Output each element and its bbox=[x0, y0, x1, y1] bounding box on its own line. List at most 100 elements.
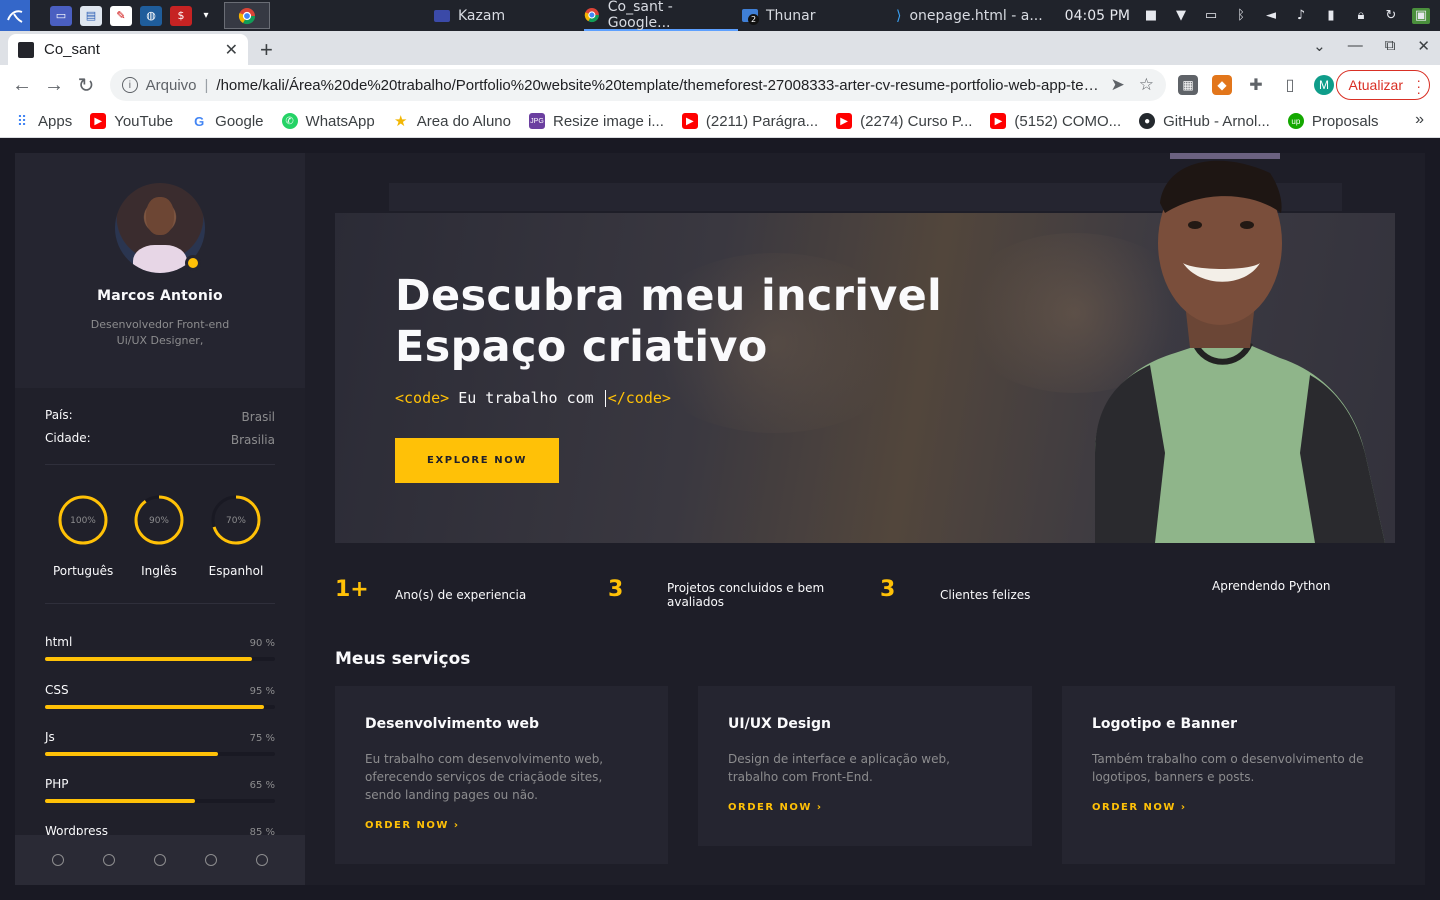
reload-icon[interactable]: ↻ bbox=[70, 73, 102, 98]
order-now-link[interactable]: ORDER NOW › bbox=[1092, 802, 1365, 813]
service-card-logo: Logotipo e Banner Também trabalho com o … bbox=[1062, 686, 1395, 864]
hero-title-line2: Espaço criativo bbox=[395, 322, 768, 372]
sidebar-social-links bbox=[15, 835, 305, 885]
bluetooth-icon[interactable]: ᛒ bbox=[1232, 8, 1250, 24]
stat-label: Aprendendo Python bbox=[1212, 579, 1331, 593]
bookmark-github[interactable]: ● GitHub - Arnol... bbox=[1139, 113, 1270, 130]
bookmark-youtube-5152[interactable]: ▶ (5152) COMO... bbox=[990, 113, 1121, 130]
workspace-switcher-icon[interactable]: ▣ bbox=[1412, 7, 1430, 24]
bookmarks-bar: ⠿ Apps ▶ YouTube G Google ✆ WhatsApp ★ Area d… bbox=[0, 105, 1440, 138]
code-text: Eu trabalho com bbox=[449, 389, 603, 407]
progress-ring: 90% bbox=[134, 495, 184, 545]
url-separator: | bbox=[204, 76, 209, 94]
upwork-icon: up bbox=[1287, 113, 1304, 129]
order-now-link[interactable]: ORDER NOW › bbox=[365, 820, 638, 831]
explore-now-button[interactable]: EXPLORE NOW bbox=[395, 438, 559, 483]
social-link-icon[interactable] bbox=[204, 854, 217, 866]
extension-icon[interactable]: ▦ bbox=[1178, 75, 1198, 95]
send-icon[interactable]: ➤ bbox=[1111, 75, 1125, 95]
update-button[interactable]: Atualizar · · · bbox=[1335, 70, 1430, 100]
service-card-uiux: UI/UX Design Design de interface e aplic… bbox=[698, 686, 1032, 846]
bookmark-proposals[interactable]: up Proposals bbox=[1287, 112, 1379, 130]
language-name: Português bbox=[53, 564, 114, 578]
kali-menu-icon[interactable] bbox=[0, 0, 30, 31]
file-manager-icon[interactable]: ▤ bbox=[80, 5, 102, 26]
task-vscode[interactable]: ⟩ onepage.html - a... bbox=[896, 0, 1043, 31]
forward-arrow-icon[interactable]: → bbox=[38, 74, 70, 97]
social-link-icon[interactable] bbox=[255, 854, 268, 866]
close-window-icon[interactable]: ✕ bbox=[1417, 37, 1430, 55]
bookmark-whatsapp[interactable]: ✆ WhatsApp bbox=[281, 113, 375, 130]
divider bbox=[45, 603, 275, 604]
bookmark-apps[interactable]: ⠿ Apps bbox=[14, 113, 72, 130]
system-tray: 04:05 PM ■ ▼ ▭ ᛒ ◄ ♪ ▮ 🔒︎ ↻ ▣ bbox=[1065, 0, 1440, 31]
minimize-icon[interactable]: — bbox=[1348, 37, 1363, 55]
youtube-icon: ▶ bbox=[836, 113, 853, 129]
task-chrome[interactable]: Co_sant - Google... bbox=[584, 0, 738, 31]
social-link-icon[interactable] bbox=[52, 854, 65, 866]
whatsapp-icon: ✆ bbox=[281, 113, 298, 129]
workspace-icon[interactable]: ▭ bbox=[50, 5, 72, 26]
bookmark-youtube[interactable]: ▶ YouTube bbox=[90, 113, 173, 130]
battery-icon[interactable]: ▭ bbox=[1202, 8, 1220, 24]
text-editor-icon[interactable]: ✎ bbox=[110, 5, 132, 26]
tab-title: Co_sant bbox=[44, 41, 100, 58]
info-icon[interactable]: i bbox=[122, 77, 138, 93]
youtube-icon: ▶ bbox=[990, 113, 1007, 129]
bookmark-resize-image[interactable]: JPG Resize image i... bbox=[528, 113, 664, 130]
metamask-fox-icon[interactable]: ◆ bbox=[1212, 75, 1232, 95]
notification-bell-icon[interactable]: ♪ bbox=[1292, 8, 1310, 24]
bookmark-youtube-2211[interactable]: ▶ (2211) Parágra... bbox=[681, 113, 818, 130]
bookmark-google[interactable]: G Google bbox=[191, 113, 263, 130]
back-arrow-icon[interactable]: ← bbox=[6, 74, 38, 97]
order-now-link[interactable]: ORDER NOW › bbox=[728, 802, 1002, 813]
more-bookmarks-icon[interactable]: » bbox=[1415, 111, 1424, 129]
chevron-right-icon: › bbox=[1180, 802, 1187, 813]
profile-avatar-icon[interactable]: M bbox=[1314, 75, 1334, 95]
task-kazam-label: Kazam bbox=[458, 7, 506, 24]
url-text[interactable]: /home/kali/Área%20de%20trabalho/Portfoli… bbox=[216, 77, 1110, 94]
skill-track bbox=[45, 752, 275, 756]
refresh-icon[interactable]: ↻ bbox=[1382, 8, 1400, 24]
profile-card: Marcos Antonio Desenvolvedor Front-end U… bbox=[15, 153, 305, 388]
new-tab-icon[interactable]: + bbox=[260, 37, 273, 63]
address-bar[interactable]: i Arquivo | /home/kali/Área%20de%20traba… bbox=[110, 69, 1166, 101]
task-thunar[interactable]: 2 Thunar bbox=[742, 0, 816, 31]
bookmark-star-icon[interactable]: ☆ bbox=[1139, 75, 1154, 95]
terminal-icon[interactable]: $ bbox=[170, 5, 192, 26]
social-link-icon[interactable] bbox=[153, 854, 166, 866]
kazam-icon bbox=[434, 9, 450, 22]
browser-globe-icon[interactable]: ◍ bbox=[140, 5, 162, 26]
info-key: Cidade: bbox=[45, 431, 91, 445]
reading-list-icon[interactable]: ▯ bbox=[1280, 75, 1300, 95]
service-title: Logotipo e Banner bbox=[1092, 716, 1238, 732]
online-status-dot bbox=[185, 255, 201, 271]
maximize-icon[interactable]: ⧉ bbox=[1385, 37, 1396, 55]
puzzle-extensions-icon[interactable]: ✚ bbox=[1246, 75, 1266, 95]
social-link-icon[interactable] bbox=[103, 854, 116, 866]
profile-name: Marcos Antonio bbox=[97, 288, 223, 304]
page-viewport: Marcos Antonio Desenvolvedor Front-end U… bbox=[0, 138, 1440, 900]
video-camera-icon[interactable]: ■ bbox=[1142, 8, 1160, 24]
skill-name: PHP bbox=[45, 777, 69, 791]
info-country: País: Brasil bbox=[45, 408, 275, 424]
bookmark-label: Proposals bbox=[1311, 112, 1379, 130]
lock-icon[interactable]: 🔒︎ bbox=[1352, 8, 1370, 24]
volume-icon[interactable]: ◄ bbox=[1262, 8, 1280, 24]
task-kazam[interactable]: Kazam bbox=[434, 0, 505, 31]
skill-fill bbox=[45, 657, 252, 661]
bookmark-youtube-2274[interactable]: ▶ (2274) Curso P... bbox=[836, 113, 972, 130]
clock[interactable]: 04:05 PM bbox=[1065, 8, 1130, 24]
task-thunar-label: Thunar bbox=[766, 7, 816, 24]
skill-fill bbox=[45, 705, 264, 709]
chevron-down-icon[interactable]: ▾ bbox=[200, 6, 212, 26]
clipboard-icon[interactable]: ▮ bbox=[1322, 8, 1340, 24]
bookmark-area-aluno[interactable]: ★ Area do Aluno bbox=[393, 113, 511, 131]
language-name: Inglês bbox=[141, 564, 177, 578]
close-tab-icon[interactable]: ✕ bbox=[225, 40, 238, 60]
wifi-icon[interactable]: ▼ bbox=[1172, 8, 1190, 24]
tab-co-sant[interactable]: Co_sant ✕ bbox=[8, 34, 248, 65]
menu-dots-icon[interactable]: · · · bbox=[1416, 73, 1421, 99]
chrome-launcher-icon[interactable] bbox=[224, 2, 270, 29]
tab-search-icon[interactable]: ⌄ bbox=[1313, 37, 1326, 55]
